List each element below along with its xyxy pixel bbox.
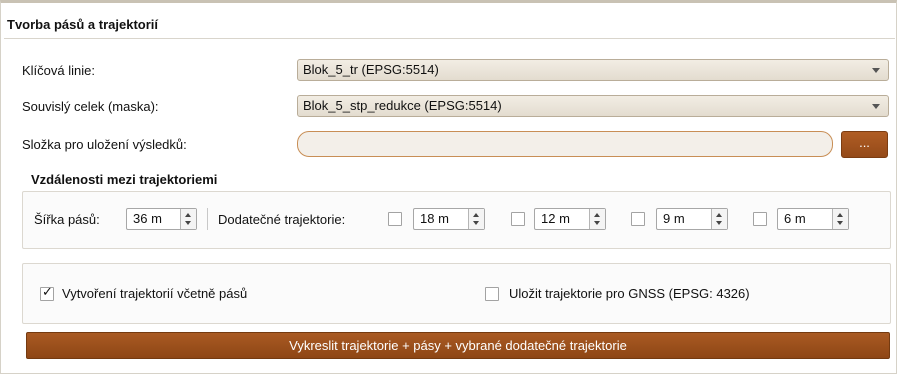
strip-width-label: Šířka pásů: — [34, 212, 100, 227]
key-line-value: Blok_5_tr (EPSG:5514) — [303, 62, 439, 77]
strip-width-spinbox[interactable]: 36 m — [126, 208, 197, 230]
extra-6-spinbox[interactable]: 6 m — [777, 208, 849, 230]
mask-select[interactable]: Blok_5_stp_redukce (EPSG:5514) — [297, 95, 889, 117]
spin-down-icon — [594, 221, 600, 225]
extra-9-spinbox[interactable]: 9 m — [656, 208, 728, 230]
extra-9-value: 9 m — [663, 211, 685, 226]
chevron-down-icon — [872, 104, 880, 109]
spin-down-icon — [716, 221, 722, 225]
spin-buttons[interactable] — [589, 209, 605, 229]
spin-down-icon — [837, 221, 843, 225]
spin-up-icon — [837, 213, 843, 217]
spin-up-icon — [473, 213, 479, 217]
extra-12-checkbox[interactable] — [511, 212, 525, 226]
spin-down-icon — [185, 221, 191, 225]
extra-18-value: 18 m — [420, 211, 449, 226]
spin-buttons[interactable] — [832, 209, 848, 229]
save-gnss-label: Uložit trajektorie pro GNSS (EPSG: 4326) — [509, 286, 750, 301]
title-divider — [4, 38, 895, 39]
extra-9-checkbox[interactable] — [631, 212, 645, 226]
key-line-select[interactable]: Blok_5_tr (EPSG:5514) — [297, 59, 889, 81]
extra-trajectories-label: Dodatečné trajektorie: — [218, 212, 346, 227]
distances-section-title: Vzdálenosti mezi trajektoriemi — [31, 172, 218, 187]
extra-12-spinbox[interactable]: 12 m — [534, 208, 606, 230]
extra-18-checkbox[interactable] — [388, 212, 402, 226]
output-folder-input[interactable] — [297, 131, 833, 157]
spin-up-icon — [716, 213, 722, 217]
browse-button[interactable]: ... — [841, 131, 888, 158]
mask-label: Souvislý celek (maska): — [22, 99, 159, 114]
spin-buttons[interactable] — [180, 209, 196, 229]
key-line-label: Klíčová linie: — [22, 63, 95, 78]
distances-divider — [207, 208, 208, 230]
spin-up-icon — [594, 213, 600, 217]
create-with-strips-label: Vytvoření trajektorií včetně pásů — [62, 286, 248, 301]
output-folder-label: Složka pro uložení výsledků: — [22, 137, 187, 152]
spin-buttons[interactable] — [711, 209, 727, 229]
strip-width-value: 36 m — [133, 211, 162, 226]
mask-value: Blok_5_stp_redukce (EPSG:5514) — [303, 98, 502, 113]
chevron-down-icon — [872, 68, 880, 73]
save-gnss-checkbox[interactable] — [485, 287, 499, 301]
extra-6-checkbox[interactable] — [753, 212, 767, 226]
spin-down-icon — [473, 221, 479, 225]
extra-6-value: 6 m — [784, 211, 806, 226]
extra-12-value: 12 m — [541, 211, 570, 226]
spin-buttons[interactable] — [468, 209, 484, 229]
extra-18-spinbox[interactable]: 18 m — [413, 208, 485, 230]
create-with-strips-checkbox[interactable] — [40, 285, 54, 301]
panel-title: Tvorba pásů a trajektorií — [7, 17, 158, 32]
spin-up-icon — [185, 213, 191, 217]
draw-trajectories-button[interactable]: Vykreslit trajektorie + pásy + vybrané d… — [26, 332, 890, 359]
